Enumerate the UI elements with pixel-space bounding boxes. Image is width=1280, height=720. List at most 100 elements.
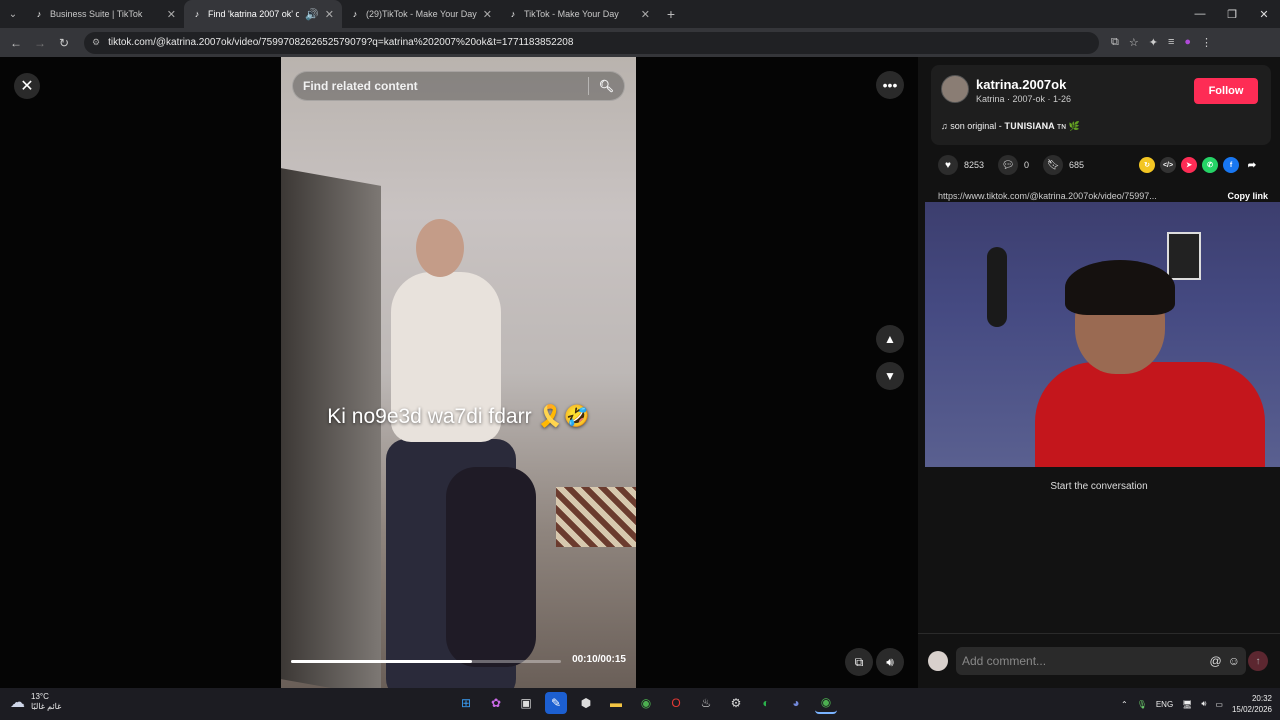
empty-comments-text: Start the conversation bbox=[1050, 481, 1148, 492]
volume-icon[interactable]: 🔊︎ bbox=[876, 648, 904, 676]
new-tab-button[interactable]: + bbox=[658, 6, 684, 22]
tab-find-katrina[interactable]: ♪ Find 'katrina 2007 ok' on Ti 🔊 ✕ bbox=[184, 0, 342, 28]
bookmark-icon[interactable]: 🔖︎ bbox=[1043, 155, 1064, 175]
comment-icon[interactable]: 💬︎ bbox=[998, 155, 1019, 175]
video-time: 00:10/00:15 bbox=[572, 654, 626, 665]
more-options-icon[interactable]: ••• bbox=[876, 71, 904, 99]
send-icon[interactable]: ➤ bbox=[1181, 157, 1197, 173]
tiktok-icon: ♪ bbox=[352, 9, 358, 19]
music-link[interactable]: ♫ son original - 𝐓𝐔𝐍𝐈𝐒𝐈𝐀𝐍𝐀 ᴛɴ 🌿 bbox=[941, 121, 1080, 132]
progress-fill bbox=[291, 660, 472, 663]
copilot-icon[interactable]: ✿ bbox=[485, 692, 507, 714]
chrome-active-icon[interactable]: ◉ bbox=[815, 692, 837, 714]
chrome-icon[interactable]: ◉ bbox=[635, 692, 657, 714]
language-indicator[interactable]: ENG bbox=[1156, 700, 1173, 709]
restore-icon[interactable]: ❐ bbox=[1216, 0, 1248, 28]
close-window-icon[interactable]: ✕ bbox=[1248, 0, 1280, 28]
video-player[interactable]: Find related content 🔍︎ Ki no9e3d wa7di … bbox=[281, 57, 636, 688]
follow-button[interactable]: Follow bbox=[1194, 78, 1258, 104]
repost-icon[interactable]: ↻ bbox=[1139, 157, 1155, 173]
clock[interactable]: 20:32 15/02/2026 bbox=[1232, 693, 1272, 715]
save-count: 685 bbox=[1069, 160, 1085, 170]
comment-placeholder: Add comment... bbox=[962, 654, 1047, 668]
microphone-icon[interactable]: 🎙︎ bbox=[1137, 700, 1147, 709]
tiktok-icon: ♪ bbox=[194, 9, 200, 19]
search-placeholder: Find related content bbox=[303, 79, 418, 93]
minimize-icon[interactable]: — bbox=[1184, 0, 1216, 28]
close-tab-icon[interactable]: ✕ bbox=[167, 8, 176, 21]
steam-icon[interactable]: ♨ bbox=[695, 692, 717, 714]
weather-widget[interactable]: ☁ 13°C غائم غالبًا bbox=[10, 692, 61, 712]
network-icon[interactable]: 🖥︎ bbox=[1182, 700, 1192, 709]
video-details-panel: katrina.2007ok Katrina · 2007-ok · 1-26 … bbox=[918, 57, 1280, 688]
reading-list-icon[interactable]: ≡ bbox=[1168, 36, 1174, 49]
tab-search-icon[interactable]: ⌄ bbox=[0, 0, 26, 28]
creator-username[interactable]: katrina.2007ok bbox=[976, 77, 1066, 92]
bookmark-star-icon[interactable]: ☆ bbox=[1129, 36, 1139, 49]
start-windows-icon[interactable]: ⊞ bbox=[455, 692, 477, 714]
video-progress-bar[interactable] bbox=[291, 660, 561, 663]
next-video-chevron-down-icon[interactable]: ▼ bbox=[876, 362, 904, 390]
reload-icon[interactable]: ↻ bbox=[54, 33, 74, 53]
install-icon[interactable]: ⧉ bbox=[1111, 36, 1119, 49]
previous-video-chevron-up-icon[interactable]: ▲ bbox=[876, 325, 904, 353]
share-options: ↻ </> ➤ ✆ f ➦ bbox=[1139, 157, 1260, 173]
tab-tiktok[interactable]: ♪ TikTok - Make Your Day ✕ bbox=[500, 0, 658, 28]
tray-expand-icon[interactable]: ⌃ bbox=[1121, 700, 1128, 709]
address-bar[interactable]: ⚙ tiktok.com/@katrina.2007ok/video/75997… bbox=[84, 31, 1099, 54]
user-avatar bbox=[928, 651, 948, 671]
weather-temp: 13°C bbox=[31, 692, 49, 701]
opera-icon[interactable]: O bbox=[665, 692, 687, 714]
comment-input[interactable]: Add comment... @ ☺ bbox=[956, 647, 1246, 675]
cloud-icon: ☁ bbox=[10, 694, 25, 711]
whatsapp-icon[interactable]: ✆ bbox=[1202, 157, 1218, 173]
battery-icon[interactable]: ▭ bbox=[1215, 700, 1223, 709]
heart-icon[interactable]: ♥ bbox=[938, 155, 958, 175]
edge-icon[interactable]: ◐ bbox=[755, 692, 777, 714]
close-icon[interactable]: ✕ bbox=[14, 73, 40, 99]
video-caption: Ki no9e3d wa7di fdarr 🎗️🤣 bbox=[327, 405, 590, 428]
app-icon[interactable]: ⚙ bbox=[725, 692, 747, 714]
back-icon[interactable]: ← bbox=[6, 33, 26, 53]
search-icon[interactable]: 🔍︎ bbox=[599, 79, 614, 93]
url-text: tiktok.com/@katrina.2007ok/video/7599708… bbox=[108, 37, 574, 48]
tab-title: Business Suite | TikTok bbox=[50, 9, 143, 19]
share-arrow-icon[interactable]: ➦ bbox=[1244, 157, 1260, 173]
mention-icon[interactable]: @ bbox=[1210, 654, 1222, 668]
creator-card: katrina.2007ok Katrina · 2007-ok · 1-26 … bbox=[931, 65, 1271, 145]
related-search-input[interactable]: Find related content 🔍︎ bbox=[292, 71, 625, 101]
settings-icon[interactable]: ⬢ bbox=[575, 692, 597, 714]
tab-title: Find 'katrina 2007 ok' on Ti bbox=[208, 9, 300, 19]
volume-tray-icon[interactable]: 🔊︎ bbox=[1201, 699, 1206, 709]
profile-icon[interactable]: ● bbox=[1184, 36, 1191, 49]
tiktok-icon: ♪ bbox=[510, 9, 516, 19]
embed-icon[interactable]: </> bbox=[1160, 157, 1176, 173]
tiktok-icon: ♪ bbox=[36, 9, 42, 19]
site-info-icon[interactable]: ⚙ bbox=[92, 37, 100, 48]
creator-avatar[interactable] bbox=[941, 75, 969, 103]
emoji-icon[interactable]: ☺ bbox=[1228, 654, 1240, 668]
post-comment-icon[interactable]: ↑ bbox=[1248, 651, 1268, 671]
extensions-icon[interactable]: ✦ bbox=[1149, 36, 1158, 49]
tab-tiktok-29[interactable]: ♪ (29)TikTok - Make Your Day ✕ bbox=[342, 0, 500, 28]
menu-icon[interactable]: ⋮ bbox=[1201, 36, 1212, 49]
video-frame-person bbox=[376, 177, 536, 688]
comment-count: 0 bbox=[1024, 160, 1030, 170]
facebook-icon[interactable]: f bbox=[1223, 157, 1239, 173]
system-tray: ⌃ 🎙︎ ENG 🖥︎ 🔊︎ ▭ 20:32 15/02/2026 bbox=[1121, 693, 1272, 715]
pip-icon[interactable]: ⧉ bbox=[845, 648, 873, 676]
close-tab-icon[interactable]: ✕ bbox=[483, 8, 492, 21]
tab-business-suite[interactable]: ♪ Business Suite | TikTok ✕ bbox=[26, 0, 184, 28]
clock-date: 15/02/2026 bbox=[1231, 705, 1272, 714]
taskbar-apps: ⊞ ✿ ▣ ✎ ⬢ ▬ ◉ O ♨ ⚙ ◐ ◕ ◉ bbox=[455, 692, 837, 714]
tab-strip: ⌄ ♪ Business Suite | TikTok ✕ ♪ Find 'ka… bbox=[0, 0, 1280, 28]
file-explorer-icon[interactable]: ▬ bbox=[605, 692, 627, 714]
close-tab-icon[interactable]: ✕ bbox=[641, 8, 650, 21]
speaker-icon[interactable]: 🔊 bbox=[305, 8, 319, 21]
comment-bar: Add comment... @ ☺ ↑ bbox=[918, 633, 1280, 688]
discord-icon[interactable]: ◕ bbox=[785, 692, 807, 714]
store-icon[interactable]: ▣ bbox=[515, 692, 537, 714]
editor-icon[interactable]: ✎ bbox=[545, 692, 567, 714]
close-tab-icon[interactable]: ✕ bbox=[325, 8, 334, 21]
forward-icon[interactable]: → bbox=[30, 33, 50, 53]
